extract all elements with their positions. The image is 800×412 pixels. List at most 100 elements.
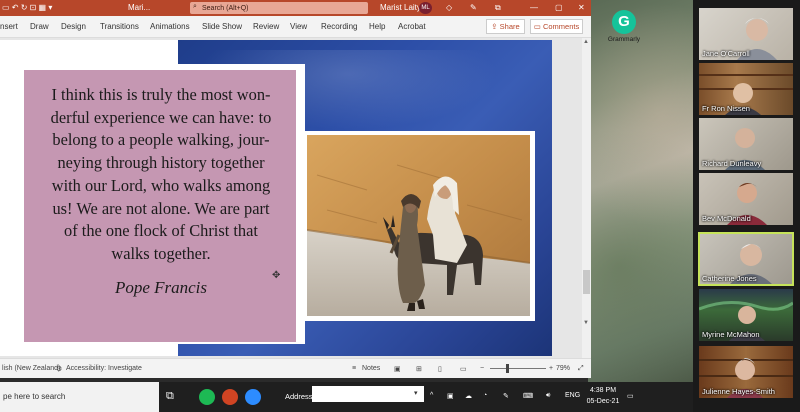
share-button[interactable]: ⇪ Share bbox=[486, 19, 525, 34]
video-participants-panel: Jane O'Carroll Fr Ron Nissen Richard Dun… bbox=[693, 0, 800, 412]
quick-access-icons[interactable]: ▭ ↶ ↻ ⊡ ▦ ▾ bbox=[2, 3, 52, 12]
onedrive-icon[interactable]: ☁ bbox=[465, 392, 472, 400]
tab-draw[interactable]: Draw bbox=[30, 22, 49, 31]
tab-review[interactable]: Review bbox=[253, 22, 279, 31]
participant-tile[interactable]: Richard Dunleavy bbox=[699, 118, 793, 170]
participant-tile[interactable]: Fr Ron Nissen bbox=[699, 63, 793, 115]
reading-view-icon[interactable]: ▯ bbox=[438, 365, 442, 373]
tab-view[interactable]: View bbox=[290, 22, 307, 31]
quote-line: derful experience we can have: to bbox=[50, 107, 272, 127]
desktop-backdrop bbox=[588, 0, 693, 382]
grammarly-label: Grammarly bbox=[607, 36, 641, 43]
participant-name: Myrine McMahon bbox=[702, 330, 760, 339]
avatar[interactable]: ML bbox=[419, 2, 432, 14]
maximize-icon[interactable]: ▢ bbox=[555, 3, 563, 12]
participant-tile[interactable]: Jane O'Carroll bbox=[699, 8, 793, 60]
address-dropdown-icon[interactable]: ▾ bbox=[414, 389, 418, 397]
tray-overflow-icon[interactable]: ^ bbox=[430, 392, 433, 399]
task-view-icon[interactable]: ⧉ bbox=[166, 390, 174, 403]
quote-line: with our Lord, who walks among bbox=[51, 175, 271, 195]
volume-icon[interactable]: 🔊︎ bbox=[546, 392, 550, 400]
zoom-out-icon[interactable]: − bbox=[480, 365, 484, 372]
participant-tile[interactable]: Julienne Hayes-Smith bbox=[699, 346, 793, 398]
participant-name: Fr Ron Nissen bbox=[702, 104, 750, 113]
comments-button[interactable]: ▭ Comments bbox=[530, 19, 583, 34]
scroll-up-icon[interactable]: ▲ bbox=[583, 39, 589, 45]
minimize-icon[interactable]: — bbox=[530, 3, 538, 12]
tab-insert[interactable]: nsert bbox=[0, 22, 18, 31]
taskbar-search-placeholder: pe here to search bbox=[3, 392, 66, 401]
pen-tray-icon[interactable]: ✎ bbox=[503, 392, 509, 400]
notifications-icon[interactable]: ▭ bbox=[627, 392, 634, 400]
zoom-slider-thumb[interactable] bbox=[506, 364, 509, 373]
zoom-level[interactable]: 79% bbox=[556, 365, 570, 372]
tab-design[interactable]: Design bbox=[61, 22, 86, 31]
accessibility-status[interactable]: Accessibility: Investigate bbox=[66, 365, 142, 372]
tab-acrobat[interactable]: Acrobat bbox=[398, 22, 426, 31]
scroll-down-icon[interactable]: ▼ bbox=[583, 320, 589, 326]
share-icon: ⇪ bbox=[491, 22, 500, 31]
ribbon-tabs: nsert Draw Design Transitions Animations… bbox=[0, 16, 591, 38]
grammarly-icon: G bbox=[612, 10, 636, 34]
quote-text[interactable]: I think this is truly the most won- derf… bbox=[32, 84, 290, 266]
keyboard-icon[interactable]: ⌨ bbox=[523, 392, 533, 400]
zoom-in-icon[interactable]: + bbox=[549, 365, 553, 372]
vertical-scrollbar[interactable]: ▲ ▼ bbox=[582, 38, 591, 358]
participant-tile[interactable]: Bev McDonald bbox=[699, 173, 793, 225]
powerpoint-icon[interactable] bbox=[222, 389, 238, 405]
grammarly-shortcut[interactable]: G Grammarly bbox=[604, 6, 644, 46]
participant-name: Jane O'Carroll bbox=[702, 49, 750, 58]
diamond-icon[interactable]: ◇ bbox=[446, 3, 452, 12]
close-icon[interactable]: ✕ bbox=[578, 3, 585, 12]
notes-icon: ≡ bbox=[352, 365, 357, 372]
fit-slide-icon[interactable]: ⤢ bbox=[578, 365, 584, 373]
pen-icon[interactable]: ✎ bbox=[470, 3, 477, 12]
network-icon[interactable]: ◔ bbox=[483, 392, 487, 399]
participant-name: Bev McDonald bbox=[702, 214, 751, 223]
tab-recording[interactable]: Recording bbox=[321, 22, 357, 31]
tab-help[interactable]: Help bbox=[369, 22, 385, 31]
participant-name: Richard Dunleavy bbox=[702, 159, 762, 168]
slide-sorter-icon[interactable]: ⊞ bbox=[416, 365, 422, 373]
share-label: Share bbox=[499, 22, 520, 31]
search-placeholder: Search (Alt+Q) bbox=[202, 5, 249, 12]
quote-line: walks together. bbox=[111, 243, 211, 263]
quote-line: belong to a people walking, jour- bbox=[52, 130, 270, 150]
quote-line: us! We are not alone. We are part bbox=[52, 198, 270, 218]
file-title: Mari... bbox=[128, 3, 151, 12]
address-input[interactable] bbox=[312, 386, 424, 402]
clock-time: 4:38 PM bbox=[589, 387, 617, 394]
language-status[interactable]: lish (New Zealand) bbox=[2, 365, 60, 372]
search-input[interactable]: ⌕ Search (Alt+Q) bbox=[190, 2, 368, 14]
slideshow-icon[interactable]: ▭ bbox=[460, 365, 467, 373]
clock[interactable]: 4:38 PM 05-Dec-21 bbox=[586, 385, 620, 407]
mouse-cursor-icon: ✥ bbox=[272, 270, 281, 281]
nativity-photo[interactable] bbox=[307, 135, 530, 316]
participant-tile-active[interactable]: Catherine Jones bbox=[698, 232, 794, 286]
tab-transitions[interactable]: Transitions bbox=[100, 22, 139, 31]
title-bar: ▭ ↶ ↻ ⊡ ▦ ▾ Mari... ⌕ Search (Alt+Q) Mar… bbox=[0, 0, 591, 16]
normal-view-icon[interactable]: ▣ bbox=[394, 365, 401, 373]
spotify-icon[interactable] bbox=[199, 389, 215, 405]
nativity-illustration bbox=[307, 135, 530, 316]
search-icon: ⌕ bbox=[193, 3, 197, 10]
scrollbar-thumb[interactable] bbox=[583, 270, 590, 294]
language-indicator[interactable]: ENG bbox=[565, 392, 580, 399]
quote-line: neying through history together bbox=[57, 153, 265, 173]
zoom-icon[interactable] bbox=[245, 389, 261, 405]
tab-animations[interactable]: Animations bbox=[150, 22, 190, 31]
quote-line: of the one flock of Christ that bbox=[64, 221, 258, 241]
tab-slide-show[interactable]: Slide Show bbox=[202, 22, 242, 31]
restore-icon[interactable]: ⧉ bbox=[495, 3, 501, 13]
notes-button[interactable]: Notes bbox=[362, 365, 380, 372]
quote-author[interactable]: Pope Francis bbox=[32, 278, 290, 298]
taskbar: pe here to search ⧉ Address ▾ ^ ▣ ☁ ◔ ✎ … bbox=[0, 382, 693, 412]
status-bar: lish (New Zealand) ⚙ Accessibility: Inve… bbox=[0, 358, 591, 378]
taskbar-search-input[interactable]: pe here to search bbox=[0, 382, 159, 412]
participant-name: Julienne Hayes-Smith bbox=[702, 387, 775, 396]
slide[interactable]: I think this is truly the most won- derf… bbox=[0, 40, 552, 356]
slide-canvas: I think this is truly the most won- derf… bbox=[0, 38, 582, 358]
tray-app-icon[interactable]: ▣ bbox=[447, 392, 454, 400]
participant-tile[interactable]: Myrine McMahon bbox=[699, 289, 793, 341]
zoom-slider[interactable] bbox=[490, 368, 546, 369]
